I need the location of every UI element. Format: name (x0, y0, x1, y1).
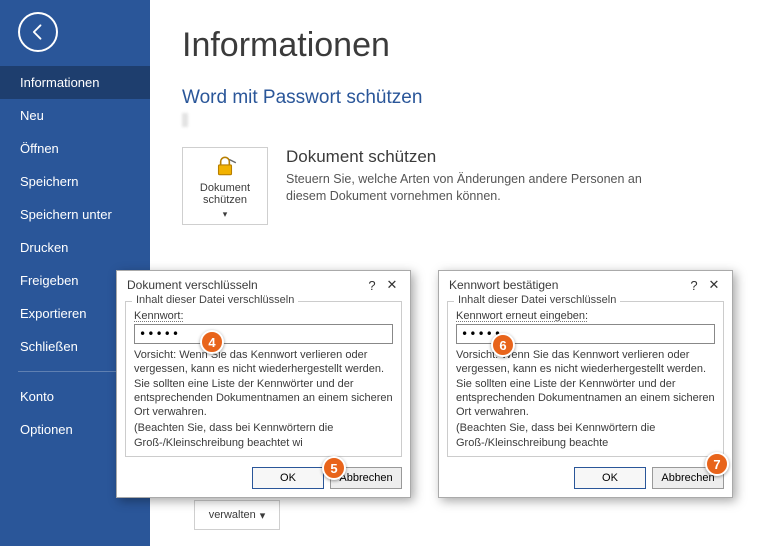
help-button[interactable]: ? (684, 278, 704, 293)
protect-document-button[interactable]: Dokument schützen ▾ (182, 147, 268, 225)
password-input[interactable] (134, 324, 393, 344)
note-text: (Beachten Sie, dass bei Kennwörtern die … (134, 421, 393, 450)
close-button[interactable]: ✕ (704, 277, 724, 293)
group-legend: Inhalt dieser Datei verschlüsseln (454, 294, 620, 306)
lock-icon (212, 153, 238, 179)
nav-neu[interactable]: Neu (0, 99, 150, 132)
password-confirm-label: Kennwort erneut eingeben: (456, 310, 588, 322)
close-button[interactable]: ✕ (382, 277, 402, 293)
nav-oeffnen[interactable]: Öffnen (0, 132, 150, 165)
protect-heading: Dokument schützen (286, 147, 666, 167)
nav-informationen[interactable]: Informationen (0, 66, 150, 99)
chevron-down-icon: ▾ (223, 209, 228, 220)
help-button[interactable]: ? (362, 278, 382, 293)
doc-path-blurred (182, 113, 482, 127)
nav-separator (18, 371, 132, 372)
warning-text: Vorsicht: Wenn Sie das Kennwort verliere… (134, 348, 393, 419)
chevron-down-icon: ▾ (260, 509, 266, 522)
back-button[interactable] (18, 12, 58, 52)
encrypt-document-dialog: Dokument verschlüsseln ? ✕ Inhalt dieser… (116, 270, 411, 498)
warning-text: Vorsicht: Wenn Sie das Kennwort verliere… (456, 348, 715, 419)
group-legend: Inhalt dieser Datei verschlüsseln (132, 294, 298, 306)
password-label: Kennwort: (134, 310, 184, 322)
nav-drucken[interactable]: Drucken (0, 231, 150, 264)
annotation-marker-5: 5 (322, 456, 346, 480)
ok-button[interactable]: OK (252, 467, 324, 489)
confirm-password-dialog: Kennwort bestätigen ? ✕ Inhalt dieser Da… (438, 270, 733, 498)
doc-title-link[interactable]: Word mit Passwort schützen (182, 87, 730, 109)
protect-button-label: Dokument schützen (183, 182, 267, 206)
page-title: Informationen (182, 26, 730, 65)
note-text: (Beachten Sie, dass bei Kennwörtern die … (456, 421, 715, 450)
arrow-left-icon (28, 22, 48, 42)
ok-button[interactable]: OK (574, 467, 646, 489)
dialog-title: Kennwort bestätigen (449, 278, 684, 292)
dialog-title: Dokument verschlüsseln (127, 278, 362, 292)
annotation-marker-6: 6 (491, 333, 515, 357)
nav-speichern[interactable]: Speichern (0, 165, 150, 198)
annotation-marker-4: 4 (200, 330, 224, 354)
manage-document-button[interactable]: verwalten ▾ (194, 500, 280, 530)
nav-speichern-unter[interactable]: Speichern unter (0, 198, 150, 231)
annotation-marker-7: 7 (705, 452, 729, 476)
manage-button-label: verwalten (209, 509, 256, 521)
protect-description: Steuern Sie, welche Arten von Änderungen… (286, 171, 666, 205)
